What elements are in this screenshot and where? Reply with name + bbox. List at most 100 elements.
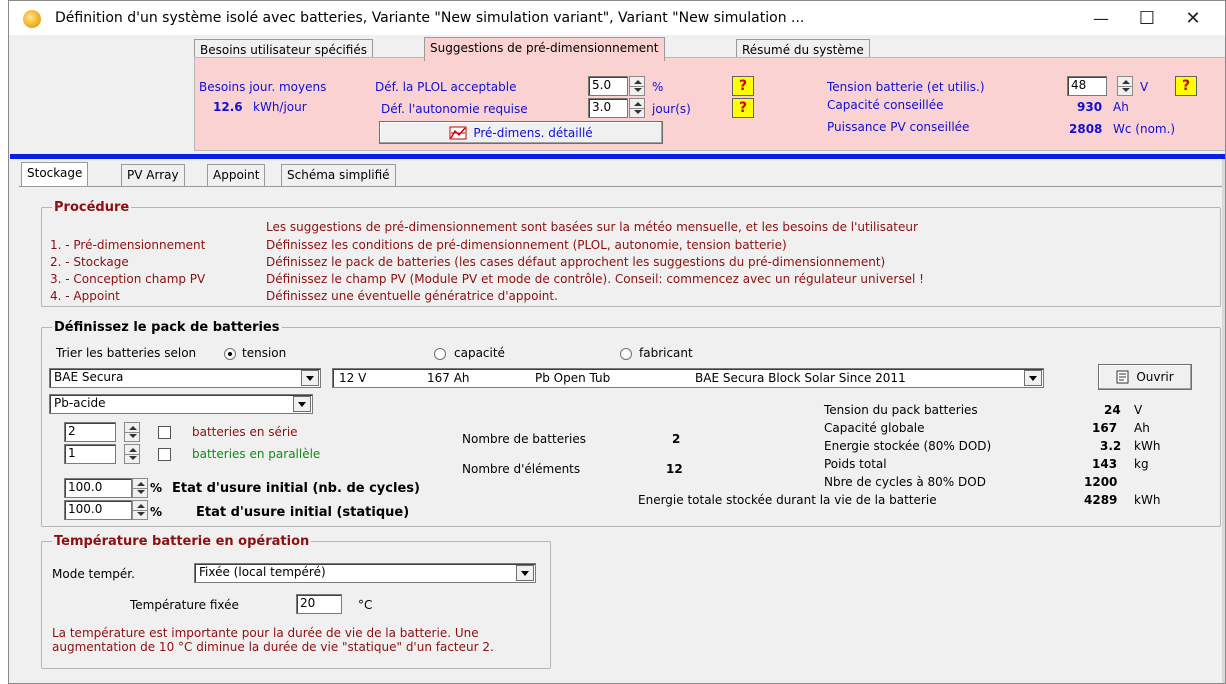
parallel-label: batteries en parallèle: [192, 447, 321, 461]
fixed-temp-label: Température fixée: [130, 598, 239, 612]
minimize-button[interactable]: —: [1078, 3, 1124, 33]
sort-tension-label: tension: [242, 346, 287, 360]
battery-type-select[interactable]: Pb-acide: [49, 394, 313, 414]
predim-detail-button[interactable]: Pré-dimens. détaillé: [379, 121, 663, 144]
chevron-down-icon[interactable]: [293, 396, 311, 412]
battery-model: BAE Secura Block Solar Since 2011: [695, 371, 906, 385]
nb-elements-label: Nombre d'éléments: [462, 462, 581, 476]
chevron-down-icon[interactable]: [301, 370, 319, 386]
chevron-down-icon[interactable]: [1024, 370, 1042, 386]
procedure-step-3-label: 3. - Conception champ PV: [50, 272, 206, 286]
app-icon: [23, 10, 41, 28]
battery-type-value: Pb-acide: [54, 396, 106, 410]
fixed-temp-input[interactable]: 20: [296, 594, 342, 614]
tension-input[interactable]: 48: [1067, 76, 1107, 96]
autonomie-spinner[interactable]: [629, 98, 645, 118]
plol-label: Déf. la PLOL acceptable: [375, 80, 517, 94]
stat-cycles-value: 1200: [1084, 475, 1118, 489]
sort-capacite-radio[interactable]: [434, 348, 446, 360]
procedure-step-1-text: Définissez les conditions de pré-dimensi…: [266, 238, 787, 252]
mode-select[interactable]: Fixée (local tempéré): [194, 563, 536, 583]
sort-fabricant-radio[interactable]: [620, 348, 632, 360]
title-bar: Définition d'un système isolé avec batte…: [9, 1, 1225, 35]
open-button[interactable]: Ouvrir: [1098, 364, 1192, 390]
procedure-step-1-label: 1. - Pré-dimensionnement: [50, 238, 206, 252]
puissance-unit: Wc (nom.): [1113, 122, 1176, 136]
dialog-window: Définition d'un système isolé avec batte…: [8, 0, 1226, 684]
battery-model-select[interactable]: 12 V 167 Ah Pb Open Tub BAE Secura Block…: [332, 368, 1044, 388]
besoins-unit: kWh/jour: [253, 100, 307, 114]
besoins-label: Besoins jour. moyens: [199, 80, 327, 94]
lifetime-value: 4289: [1084, 493, 1118, 507]
parallel-spinner[interactable]: [124, 444, 140, 464]
usure-cycles-pct: %: [150, 481, 163, 495]
stat-capacite-label: Capacité globale: [824, 421, 925, 435]
autonomie-help-icon[interactable]: ?: [732, 98, 754, 118]
tension-spinner[interactable]: [1117, 76, 1133, 96]
plol-help-icon[interactable]: ?: [732, 76, 754, 96]
open-file-icon: [1116, 370, 1129, 384]
usure-static-pct: %: [150, 505, 163, 519]
procedure-group: Procédure Les suggestions de pré-dimensi…: [41, 200, 1221, 307]
lifetime-label: Energie totale stockée durant la vie de …: [638, 493, 937, 507]
tab-appoint[interactable]: Appoint: [207, 164, 266, 186]
fixed-temp-unit: °C: [358, 598, 373, 612]
procedure-step-4-text: Définissez une éventuelle génératrice d'…: [266, 289, 558, 303]
puissance-value: 2808: [1069, 122, 1103, 136]
temperature-note: La température est importante pour la du…: [52, 626, 494, 654]
sort-label: Trier les batteries selon: [56, 346, 197, 360]
puissance-label: Puissance PV conseillée: [827, 120, 970, 134]
tension-help-icon[interactable]: ?: [1175, 76, 1197, 96]
stat-energie-unit: kWh: [1134, 439, 1161, 453]
serie-spinner[interactable]: [124, 422, 140, 442]
usure-static-input[interactable]: 100.0: [64, 500, 132, 520]
usure-cycles-input[interactable]: 100.0: [64, 478, 132, 498]
lifetime-unit: kWh: [1134, 493, 1161, 507]
parallel-input[interactable]: 1: [64, 444, 116, 464]
autonomie-input[interactable]: 3.0: [588, 98, 628, 118]
sort-tension-radio[interactable]: [224, 348, 236, 360]
tab-pv-array[interactable]: PV Array: [121, 164, 185, 186]
autonomie-label: Déf. l'autonomie requise: [381, 102, 528, 116]
capacite-value: 930: [1077, 100, 1103, 114]
mode-label: Mode tempér.: [52, 567, 135, 581]
stat-tension-label: Tension du pack batteries: [824, 403, 978, 417]
scrollbar[interactable]: [1222, 159, 1225, 683]
sort-capacite-label: capacité: [454, 346, 505, 360]
close-button[interactable]: ✕: [1170, 3, 1216, 33]
temperature-title: Température batterie en opération: [52, 534, 312, 549]
plol-spinner[interactable]: [629, 76, 645, 96]
open-button-label: Ouvrir: [1136, 370, 1174, 384]
stat-tension-unit: V: [1134, 403, 1143, 417]
procedure-title: Procédure: [52, 200, 132, 215]
manufacturer-select[interactable]: BAE Secura: [49, 368, 321, 388]
usure-cycles-spinner[interactable]: [132, 478, 148, 498]
mode-value: Fixée (local tempéré): [199, 565, 326, 579]
autonomie-unit: jour(s): [652, 102, 691, 116]
nb-batteries-label: Nombre de batteries: [462, 432, 586, 446]
procedure-step-3-text: Définissez le champ PV (Module PV et mod…: [266, 272, 924, 286]
tab-stockage[interactable]: Stockage: [21, 162, 89, 186]
plol-input[interactable]: 5.0: [588, 76, 628, 96]
serie-checkbox[interactable]: [158, 426, 171, 439]
parallel-checkbox[interactable]: [158, 448, 171, 461]
chevron-down-icon[interactable]: [516, 565, 534, 581]
procedure-intro: Les suggestions de pré-dimensionnement s…: [266, 220, 918, 234]
usure-static-spinner[interactable]: [132, 500, 148, 520]
usure-cycles-label: Etat d'usure initial (nb. de cycles): [172, 481, 420, 496]
tab-suggestions-predim[interactable]: Suggestions de pré-dimensionnement: [424, 37, 665, 61]
sort-fabricant-label: fabricant: [639, 346, 693, 360]
battery-capacity: 167 Ah: [427, 371, 470, 385]
battery-pack-group: Définissez le pack de batteries Trier le…: [41, 320, 1221, 527]
tension-label: Tension batterie (et utilis.): [827, 80, 985, 94]
tab-schema-simplifie[interactable]: Schéma simplifié: [281, 164, 396, 186]
presizing-panel: Besoins jour. moyens 12.6 kWh/jour Déf. …: [194, 57, 1225, 151]
maximize-button[interactable]: ☐: [1124, 3, 1170, 33]
stat-energie-label: Energie stockée (80% DOD): [824, 439, 992, 453]
chart-icon: [449, 126, 467, 139]
predim-detail-label: Pré-dimens. détaillé: [473, 125, 593, 140]
procedure-step-2-label: 2. - Stockage: [50, 255, 129, 269]
serie-input[interactable]: 2: [64, 422, 116, 442]
separator-bar: [10, 154, 1225, 159]
capacite-unit: Ah: [1113, 100, 1129, 114]
